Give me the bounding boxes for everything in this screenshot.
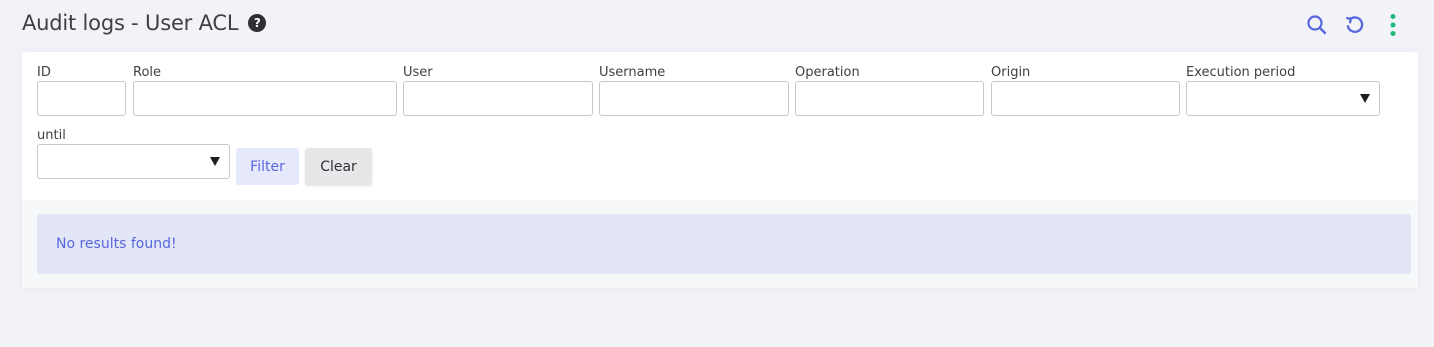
page-header: Audit logs - User ACL ? — [22, 8, 267, 38]
username-label: Username — [599, 65, 666, 80]
search-icon — [1307, 15, 1327, 35]
filter-button[interactable]: Filter — [236, 148, 299, 185]
user-filter: User — [403, 65, 593, 116]
role-label: Role — [133, 65, 162, 80]
no-results-message: No results found! — [56, 236, 177, 252]
origin-label: Origin — [991, 65, 1031, 80]
header-toolbar — [1304, 12, 1406, 38]
username-input[interactable] — [599, 81, 789, 116]
more-options-button[interactable] — [1380, 12, 1406, 38]
until-label: until — [37, 128, 66, 143]
operation-filter: Operation — [795, 65, 984, 116]
caret-down-icon — [210, 157, 220, 166]
until-select[interactable] — [37, 144, 230, 179]
execution-period-select[interactable] — [1186, 81, 1380, 116]
user-label: User — [403, 65, 433, 80]
question-circle-icon[interactable]: ? — [248, 14, 267, 32]
no-results-alert: No results found! — [37, 214, 1411, 274]
execution-period-label: Execution period — [1186, 65, 1296, 80]
id-label: ID — [37, 65, 51, 80]
refresh-button[interactable] — [1342, 12, 1368, 38]
role-filter: Role — [133, 65, 397, 116]
refresh-icon — [1346, 16, 1364, 33]
results-area: No results found! — [22, 200, 1418, 288]
execution-period-filter: Execution period — [1186, 65, 1380, 116]
id-input[interactable] — [37, 81, 126, 116]
user-input[interactable] — [403, 81, 593, 116]
page-title: Audit logs - User ACL — [22, 11, 239, 35]
audit-logs-page: Audit logs - User ACL ? ID Role User Use… — [0, 0, 1434, 347]
until-filter: until — [37, 128, 230, 179]
vertical-dots-icon — [1390, 14, 1396, 36]
operation-input[interactable] — [795, 81, 984, 116]
search-button[interactable] — [1304, 12, 1330, 38]
origin-filter: Origin — [991, 65, 1180, 116]
origin-input[interactable] — [991, 81, 1180, 116]
filter-form: ID Role User Username Operation Origin E… — [22, 52, 1418, 200]
caret-down-icon — [1360, 94, 1370, 103]
audit-log-card: ID Role User Username Operation Origin E… — [22, 52, 1418, 288]
operation-label: Operation — [795, 65, 860, 80]
clear-button[interactable]: Clear — [305, 148, 372, 185]
id-filter: ID — [37, 65, 126, 116]
username-filter: Username — [599, 65, 789, 116]
role-input[interactable] — [133, 81, 397, 116]
